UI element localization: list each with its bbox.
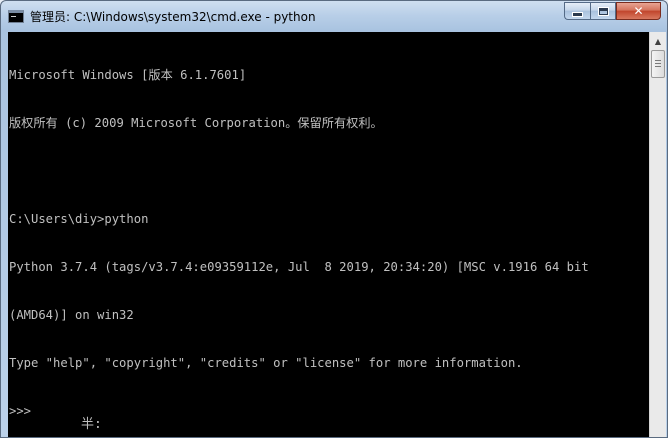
cmd-icon[interactable]	[8, 10, 24, 23]
console-line: 版权所有 (c) 2009 Microsoft Corporation。保留所有…	[9, 116, 383, 130]
vertical-scrollbar[interactable]: ▲	[649, 32, 666, 437]
minimize-button[interactable]	[564, 2, 590, 20]
console-line: C:\Users\diy>python	[9, 212, 149, 226]
grip-line	[655, 60, 661, 61]
cmd-window: 管理员: C:\Windows\system32\cmd.exe - pytho…	[0, 0, 668, 438]
grip-line	[655, 66, 661, 67]
grip-line	[655, 63, 661, 64]
console-line: (AMD64)] on win32	[9, 308, 134, 322]
title-bar[interactable]: 管理员: C:\Windows\system32\cmd.exe - pytho…	[1, 1, 667, 32]
close-icon: ✕	[633, 4, 644, 18]
window-title: 管理员: C:\Windows\system32\cmd.exe - pytho…	[30, 10, 316, 24]
minimize-icon	[573, 12, 582, 16]
scrollbar-thumb[interactable]	[651, 50, 665, 78]
console-line: Microsoft Windows [版本 6.1.7601]	[9, 68, 247, 82]
caption-buttons: ✕	[564, 2, 661, 21]
console-line: Type "help", "copyright", "credits" or "…	[9, 356, 523, 370]
console-line: Python 3.7.4 (tags/v3.7.4:e09359112e, Ju…	[9, 260, 589, 274]
maximize-button[interactable]	[590, 2, 616, 20]
ime-status: 半:	[81, 417, 102, 432]
console-text: Microsoft Windows [版本 6.1.7601] 版权所有 (c)…	[9, 35, 589, 437]
scroll-up-arrow-icon[interactable]: ▲	[650, 33, 666, 49]
close-button[interactable]: ✕	[616, 2, 661, 20]
console-output[interactable]: Microsoft Windows [版本 6.1.7601] 版权所有 (c)…	[8, 32, 649, 437]
maximize-icon	[598, 7, 608, 15]
